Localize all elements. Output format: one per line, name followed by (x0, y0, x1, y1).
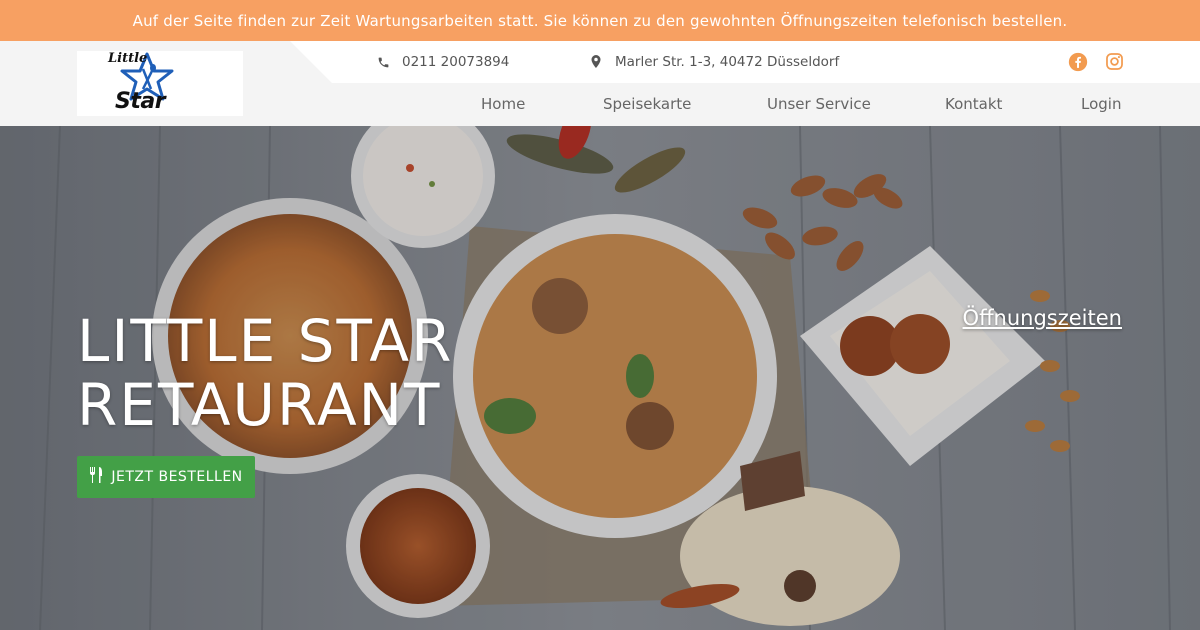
opening-hours-link[interactable]: Öffnungszeiten (963, 306, 1122, 330)
nav-item-kontakt[interactable]: Kontakt (945, 95, 1002, 113)
maintenance-announcement: Auf der Seite finden zur Zeit Wartungsar… (0, 0, 1200, 41)
facebook-icon[interactable] (1068, 52, 1088, 72)
order-now-label: Jetzt bestellen (111, 469, 243, 485)
nav-item-unser-service[interactable]: Unser Service (767, 95, 871, 113)
phone-contact[interactable]: 0211 20073894 (376, 54, 509, 70)
site-header: Little Star 0211 20073894 Marler Str. 1-… (0, 41, 1200, 126)
logo-text-top: Little (108, 51, 148, 66)
instagram-icon[interactable] (1105, 52, 1125, 72)
map-pin-icon (589, 55, 603, 69)
nav-item-home[interactable]: Home (481, 95, 525, 113)
address-text: Marler Str. 1-3, 40472 Düsseldorf (615, 54, 840, 70)
hero-section: Little Star Retaurant Jetzt bestellen Öf… (0, 126, 1200, 630)
hero-title-line-1: Little Star (77, 307, 454, 375)
order-now-button[interactable]: Jetzt bestellen (77, 456, 255, 498)
nav-item-speisekarte[interactable]: Speisekarte (603, 95, 691, 113)
hero-title: Little Star Retaurant (77, 309, 453, 437)
cutlery-icon (89, 467, 103, 487)
nav-item-login[interactable]: Login (1081, 95, 1121, 113)
main-navigation: Home Speisekarte Unser Service Kontakt L… (0, 95, 1200, 119)
phone-number: 0211 20073894 (402, 54, 510, 70)
phone-icon (376, 55, 390, 69)
hero-title-line-2: Retaurant (77, 371, 442, 439)
address-contact[interactable]: Marler Str. 1-3, 40472 Düsseldorf (589, 54, 839, 70)
announcement-text: Auf der Seite finden zur Zeit Wartungsar… (132, 11, 1068, 30)
